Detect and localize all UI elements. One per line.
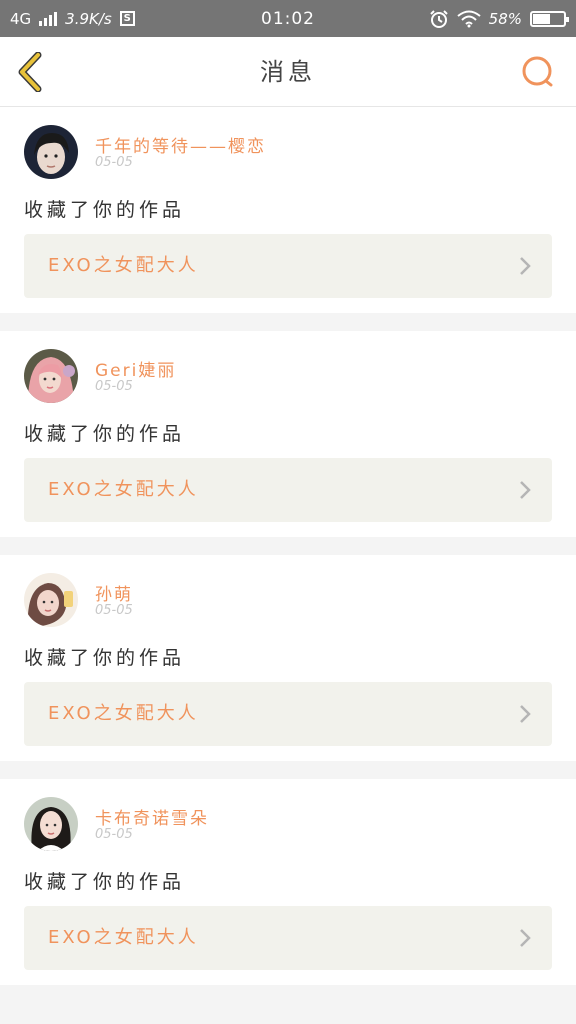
message-card: Geri婕丽 05-05 收藏了你的作品 EXO之女配大人	[0, 331, 576, 537]
message-date: 05-05	[95, 603, 133, 618]
nav-bar: 消息	[0, 37, 576, 107]
chevron-right-icon	[520, 929, 531, 947]
message-date: 05-05	[95, 155, 133, 170]
chevron-right-icon	[520, 257, 531, 275]
work-title: EXO之女配大人	[48, 927, 199, 948]
alarm-icon	[429, 9, 448, 28]
work-link[interactable]: EXO之女配大人	[24, 906, 552, 970]
message-date: 05-05	[95, 827, 133, 842]
avatar[interactable]	[24, 797, 78, 851]
wifi-icon	[457, 10, 481, 27]
message-card: 千年的等待——樱恋 05-05 收藏了你的作品 EXO之女配大人	[0, 107, 576, 313]
avatar[interactable]	[24, 125, 78, 179]
search-icon	[522, 56, 553, 87]
signal-icon	[39, 11, 58, 26]
message-card: 孙萌 05-05 收藏了你的作品 EXO之女配大人	[0, 555, 576, 761]
chevron-right-icon	[520, 705, 531, 723]
status-bar-left: 4G 3.9K/s S	[10, 10, 135, 28]
username[interactable]: 卡布奇诺雪朵	[95, 804, 209, 829]
network-type: 4G	[10, 9, 32, 28]
avatar[interactable]	[24, 349, 78, 403]
search-button[interactable]	[520, 54, 556, 90]
message-card: 卡布奇诺雪朵 05-05 收藏了你的作品 EXO之女配大人	[0, 779, 576, 985]
status-bar-right: 58%	[429, 9, 569, 29]
message-date: 05-05	[95, 379, 133, 394]
page-title: 消息	[260, 58, 316, 86]
message-list: 千年的等待——樱恋 05-05 收藏了你的作品 EXO之女配大人 Geri婕丽 …	[0, 107, 576, 1003]
work-title: EXO之女配大人	[48, 703, 199, 724]
username[interactable]: 孙萌	[95, 580, 133, 605]
s-app-icon: S	[119, 11, 135, 26]
work-link[interactable]: EXO之女配大人	[24, 458, 552, 522]
battery-icon	[530, 10, 569, 27]
work-link[interactable]: EXO之女配大人	[24, 682, 552, 746]
work-link[interactable]: EXO之女配大人	[24, 234, 552, 298]
back-button[interactable]	[14, 51, 48, 93]
username[interactable]: 千年的等待——樱恋	[95, 132, 266, 157]
battery-percent: 58%	[488, 9, 522, 28]
chevron-right-icon	[520, 481, 531, 499]
chevron-left-icon	[18, 51, 42, 93]
status-bar: 4G 3.9K/s S 01:02 58%	[0, 0, 576, 37]
avatar[interactable]	[24, 573, 78, 627]
message-text: 收藏了你的作品	[24, 199, 186, 221]
battery-fill	[533, 13, 551, 24]
network-speed: 3.9K/s	[65, 9, 112, 28]
work-title: EXO之女配大人	[48, 255, 199, 276]
work-title: EXO之女配大人	[48, 479, 199, 500]
message-text: 收藏了你的作品	[24, 647, 186, 669]
message-text: 收藏了你的作品	[24, 423, 186, 445]
message-text: 收藏了你的作品	[24, 871, 186, 893]
username[interactable]: Geri婕丽	[95, 356, 176, 381]
